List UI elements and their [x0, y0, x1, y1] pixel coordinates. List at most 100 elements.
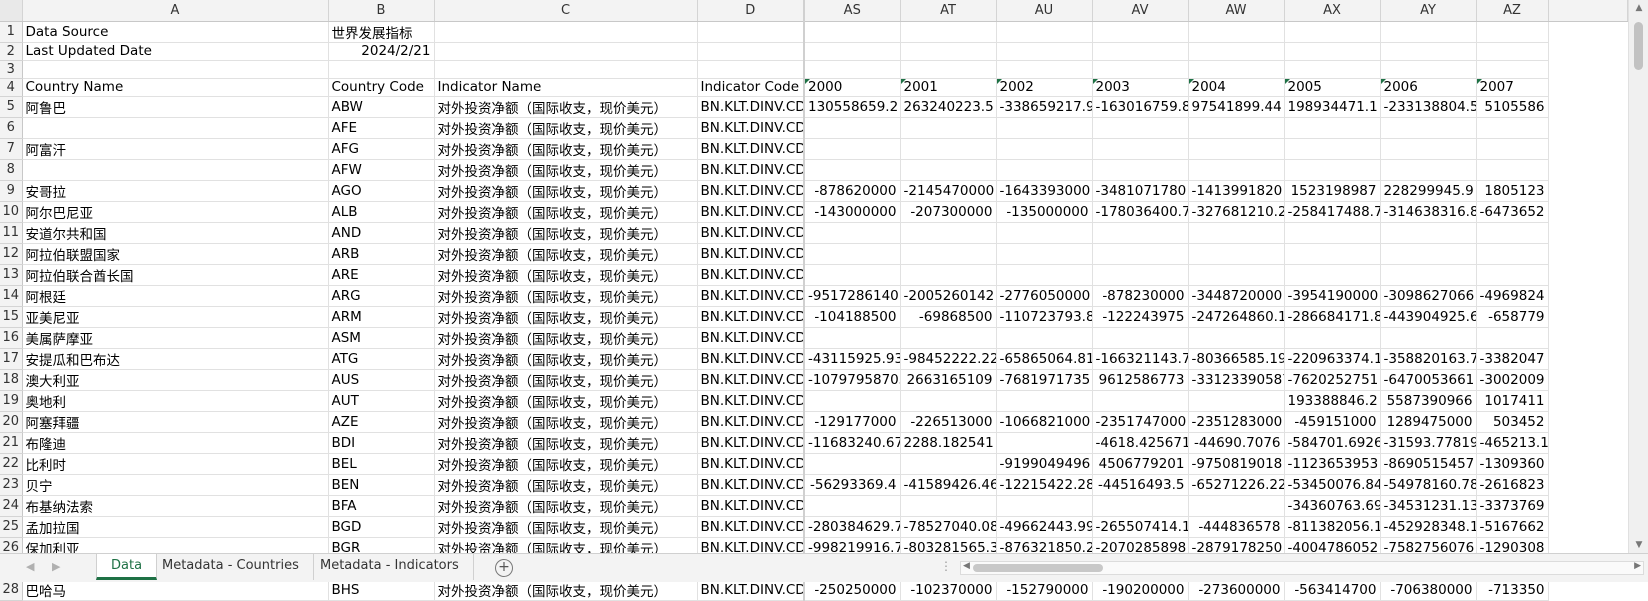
- cell-value[interactable]: [1188, 117, 1285, 139]
- cell-empty[interactable]: [1284, 42, 1381, 61]
- cell-indicator-name[interactable]: 对外投资净额（国际收支，现价美元）: [434, 117, 698, 139]
- cell-value[interactable]: 9612586773: [1092, 369, 1189, 391]
- cell-empty[interactable]: [803, 42, 901, 61]
- cell-empty[interactable]: [1380, 21, 1477, 43]
- cell-value[interactable]: -6473652: [1476, 201, 1549, 223]
- column-header-aw[interactable]: AW: [1188, 0, 1285, 22]
- cell-value[interactable]: 世界发展指标: [328, 21, 435, 43]
- cell-empty[interactable]: [996, 21, 1093, 43]
- row-header[interactable]: 2: [0, 42, 23, 61]
- cell-country-name[interactable]: 布隆迪: [22, 432, 329, 454]
- cell-value[interactable]: -41589426.46: [900, 474, 997, 496]
- cell-value[interactable]: [900, 117, 997, 139]
- cell-empty[interactable]: [697, 60, 805, 79]
- cell-value[interactable]: [1476, 159, 1549, 181]
- cell-value[interactable]: 5105586: [1476, 96, 1549, 118]
- cell-value[interactable]: -250250000: [803, 579, 901, 601]
- cell-country-code[interactable]: ASM: [328, 327, 435, 349]
- cell-indicator-code[interactable]: BN.KLT.DINV.CD: [697, 222, 805, 244]
- cell-value[interactable]: -338659217.9: [996, 96, 1093, 118]
- cell-indicator-name[interactable]: 对外投资净额（国际收支，现价美元）: [434, 243, 698, 265]
- cell-empty[interactable]: [900, 60, 997, 79]
- cell-value[interactable]: 228299945.9: [1380, 180, 1477, 202]
- cell-value[interactable]: [1092, 264, 1189, 286]
- row-header[interactable]: 28: [0, 579, 23, 601]
- cell-value[interactable]: [1188, 243, 1285, 265]
- cell-value[interactable]: 1289475000: [1380, 411, 1477, 433]
- cell-country-code[interactable]: BDI: [328, 432, 435, 454]
- cell-indicator-code[interactable]: BN.KLT.DINV.CD: [697, 159, 805, 181]
- cell-indicator-code[interactable]: BN.KLT.DINV.CD: [697, 264, 805, 286]
- cell-indicator-code[interactable]: BN.KLT.DINV.CD: [697, 432, 805, 454]
- cell-value[interactable]: -8690515457: [1380, 453, 1477, 475]
- row-header[interactable]: 16: [0, 327, 23, 349]
- cell-value[interactable]: -9199049496: [996, 453, 1093, 475]
- cell-value[interactable]: 503452: [1476, 411, 1549, 433]
- column-header-as[interactable]: AS: [803, 0, 901, 22]
- cell-indicator-name[interactable]: 对外投资净额（国际收支，现价美元）: [434, 495, 698, 517]
- cell-value[interactable]: -78527040.08: [900, 516, 997, 538]
- cell-value[interactable]: [900, 159, 997, 181]
- cell-label[interactable]: Data Source: [22, 21, 329, 43]
- cell-value[interactable]: -3373769: [1476, 495, 1549, 517]
- vertical-scroll-thumb[interactable]: [1634, 22, 1643, 70]
- cell-empty[interactable]: [1380, 60, 1477, 79]
- cell-value[interactable]: [1284, 222, 1381, 244]
- column-header-c[interactable]: C: [434, 0, 698, 22]
- cell-value[interactable]: -11683240.67: [803, 432, 901, 454]
- cell-value[interactable]: -12215422.28: [996, 474, 1093, 496]
- cell-country-name[interactable]: [22, 159, 329, 181]
- cell-value[interactable]: -3448720000: [1188, 285, 1285, 307]
- cell-value[interactable]: [1188, 327, 1285, 349]
- row-header[interactable]: 6: [0, 117, 23, 139]
- cell-value[interactable]: -143000000: [803, 201, 901, 223]
- cell-value[interactable]: -4969824: [1476, 285, 1549, 307]
- cell-country-name[interactable]: 安提瓜和巴布达: [22, 348, 329, 370]
- cell-value[interactable]: -706380000: [1380, 579, 1477, 601]
- cell-value[interactable]: [900, 390, 997, 412]
- cell-indicator-name[interactable]: 对外投资净额（国际收支，现价美元）: [434, 453, 698, 475]
- cell-empty[interactable]: [900, 42, 997, 61]
- scroll-up-arrow-icon[interactable]: ▲: [1629, 0, 1648, 16]
- cell-value[interactable]: -358820163.7: [1380, 348, 1477, 370]
- cell-year-header[interactable]: 2000: [803, 78, 901, 97]
- row-header[interactable]: 10: [0, 201, 23, 223]
- column-header-ax[interactable]: AX: [1284, 0, 1381, 22]
- cell-indicator-name[interactable]: 对外投资净额（国际收支，现价美元）: [434, 579, 698, 601]
- cell-value[interactable]: -3481071780: [1092, 180, 1189, 202]
- cell-value[interactable]: [803, 138, 901, 160]
- row-header[interactable]: 4: [0, 78, 23, 97]
- more-options-icon[interactable]: ⋮: [940, 559, 952, 573]
- cell-value[interactable]: [900, 453, 997, 475]
- cell-value[interactable]: 1805123: [1476, 180, 1549, 202]
- cell-value[interactable]: -80366585.19: [1188, 348, 1285, 370]
- cell-value[interactable]: -2616823: [1476, 474, 1549, 496]
- cell-value[interactable]: [328, 60, 435, 79]
- cell-value[interactable]: [996, 432, 1093, 454]
- row-header[interactable]: 1: [0, 21, 23, 43]
- cell-value[interactable]: -4618.425671: [1092, 432, 1189, 454]
- cell-value[interactable]: [1188, 159, 1285, 181]
- cell-empty[interactable]: [1188, 21, 1285, 43]
- cell-country-code[interactable]: BEN: [328, 474, 435, 496]
- cell-empty[interactable]: [803, 60, 901, 79]
- cell-value[interactable]: -53450076.84: [1284, 474, 1381, 496]
- cell-value[interactable]: -2145470000: [900, 180, 997, 202]
- cell-indicator-name[interactable]: 对外投资净额（国际收支，现价美元）: [434, 390, 698, 412]
- cell-country-code[interactable]: AND: [328, 222, 435, 244]
- cell-indicator-code[interactable]: BN.KLT.DINV.CD: [697, 369, 805, 391]
- cell-value[interactable]: -7681971735: [996, 369, 1093, 391]
- cell-value[interactable]: -6470053661: [1380, 369, 1477, 391]
- cell-indicator-code[interactable]: BN.KLT.DINV.CD: [697, 495, 805, 517]
- cell-country-name[interactable]: 阿拉伯联合酋长国: [22, 264, 329, 286]
- cell-country-code[interactable]: AGO: [328, 180, 435, 202]
- cell-year-header[interactable]: 2007: [1476, 78, 1549, 97]
- cell-value[interactable]: -258417488.7: [1284, 201, 1381, 223]
- row-header[interactable]: 3: [0, 60, 23, 79]
- cell-value[interactable]: -44690.7076: [1188, 432, 1285, 454]
- cell-value[interactable]: -129177000: [803, 411, 901, 433]
- cell-value[interactable]: -459151000: [1284, 411, 1381, 433]
- cell-year-header[interactable]: 2001: [900, 78, 997, 97]
- cell-value[interactable]: 263240223.5: [900, 96, 997, 118]
- cell-country-name[interactable]: 亚美尼亚: [22, 306, 329, 328]
